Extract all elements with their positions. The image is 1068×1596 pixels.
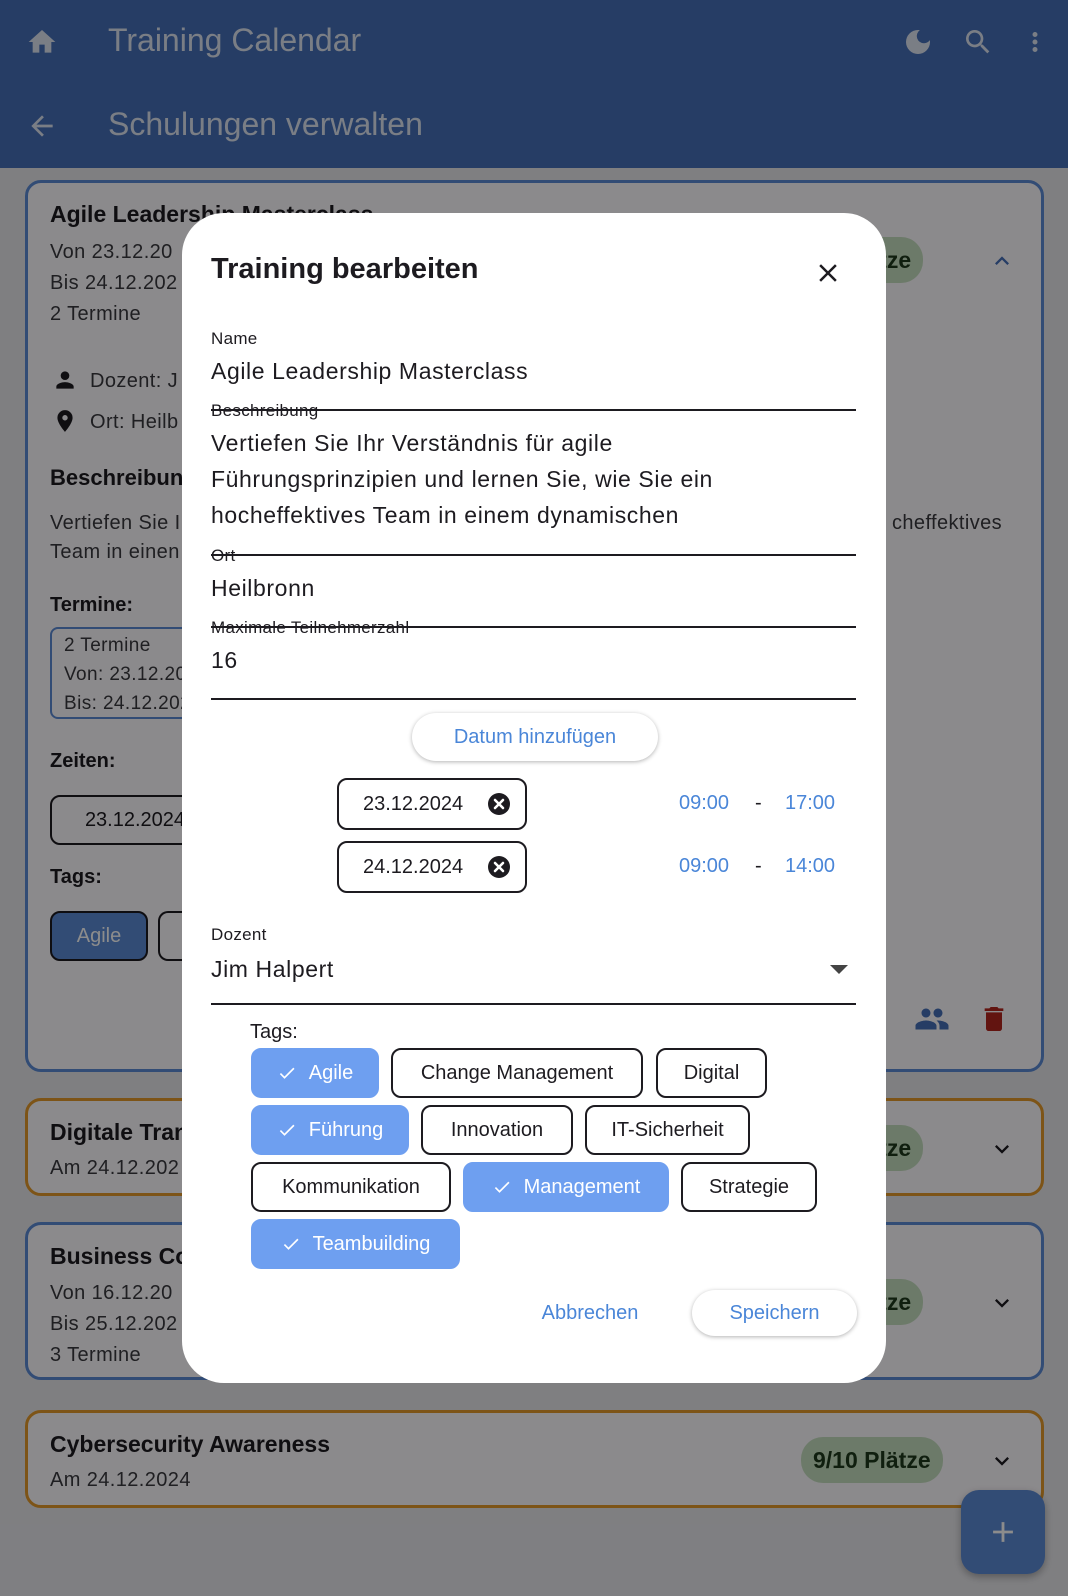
tag-label: Strategie bbox=[708, 1175, 790, 1198]
location-label: Ort bbox=[211, 546, 236, 565]
tag-label: Kommunikation bbox=[282, 1175, 420, 1198]
time-separator: - bbox=[755, 855, 762, 877]
date-chip-label: 23.12.2024 bbox=[363, 792, 464, 815]
max-participants-value: 16 bbox=[211, 647, 238, 673]
tag-chip-kommunikation[interactable]: Kommunikation bbox=[251, 1162, 451, 1212]
check-icon bbox=[279, 1124, 295, 1136]
tag-label: Agile bbox=[308, 1061, 354, 1084]
end-time[interactable]: 14:00 bbox=[785, 855, 835, 878]
tag-chip-teambuilding[interactable]: Teambuilding bbox=[251, 1219, 460, 1269]
tag-label: Innovation bbox=[450, 1118, 544, 1141]
check-icon bbox=[279, 1067, 295, 1079]
location-value: Heilbronn bbox=[211, 575, 315, 601]
date-chip[interactable]: 23.12.2024 bbox=[337, 778, 527, 830]
name-value: Agile Leadership Masterclass bbox=[211, 358, 529, 384]
date-chip[interactable]: 24.12.2024 bbox=[337, 841, 527, 893]
cancel-button[interactable]: Abbrechen bbox=[528, 1290, 652, 1336]
description-label: Beschreibung bbox=[211, 401, 319, 420]
tag-label: Führung bbox=[308, 1118, 384, 1141]
name-label: Name bbox=[211, 329, 258, 348]
dialog-title: Training bearbeiten bbox=[211, 253, 479, 285]
tag-label: Teambuilding bbox=[312, 1232, 431, 1255]
max-participants-label: Maximale Teilnehmerzahl bbox=[211, 618, 410, 637]
check-icon bbox=[494, 1181, 510, 1193]
name-field[interactable]: Name Agile Leadership Masterclass bbox=[211, 329, 856, 411]
tag-label: IT-Sicherheit bbox=[611, 1118, 724, 1141]
tag-chip-agile[interactable]: Agile bbox=[251, 1048, 379, 1098]
tags-label: Tags: bbox=[250, 1021, 298, 1043]
max-participants-field[interactable]: Maximale Teilnehmerzahl 16 bbox=[211, 618, 856, 700]
remove-date-icon[interactable] bbox=[487, 855, 511, 879]
tag-chip-innovation[interactable]: Innovation bbox=[421, 1105, 573, 1155]
end-time[interactable]: 17:00 bbox=[785, 792, 835, 815]
lecturer-label: Dozent bbox=[211, 925, 267, 944]
location-field[interactable]: Ort Heilbronn bbox=[211, 546, 856, 628]
tag-chip-change-management[interactable]: Change Management bbox=[391, 1048, 643, 1098]
tag-chip-management[interactable]: Management bbox=[463, 1162, 669, 1212]
tag-label: Management bbox=[523, 1175, 641, 1198]
description-line-1: Vertiefen Sie Ihr Verständnis für agile bbox=[211, 430, 613, 456]
start-time[interactable]: 09:00 bbox=[679, 855, 729, 878]
tag-chip-fuehrung[interactable]: Führung bbox=[251, 1105, 409, 1155]
tag-chip-it-sicherheit[interactable]: IT-Sicherheit bbox=[585, 1105, 750, 1155]
lecturer-value: Jim Halpert bbox=[211, 956, 334, 982]
remove-date-icon[interactable] bbox=[487, 792, 511, 816]
date-chip-label: 24.12.2024 bbox=[363, 855, 464, 878]
time-separator: - bbox=[755, 792, 762, 814]
tag-chip-strategie[interactable]: Strategie bbox=[681, 1162, 817, 1212]
add-date-button[interactable]: Datum hinzufügen bbox=[412, 713, 658, 761]
check-icon bbox=[283, 1238, 299, 1250]
edit-training-dialog: Training bearbeiten Name Agile Leadershi… bbox=[182, 213, 886, 1383]
tag-label: Change Management bbox=[420, 1061, 614, 1084]
start-time[interactable]: 09:00 bbox=[679, 792, 729, 815]
close-icon[interactable] bbox=[810, 255, 846, 291]
save-button[interactable]: Speichern bbox=[692, 1290, 857, 1336]
tag-chip-digital[interactable]: Digital bbox=[656, 1048, 767, 1098]
description-line-2: Führungsprinzipien und lernen Sie, wie S… bbox=[211, 466, 713, 492]
description-line-3: hocheffektives Team in einem dynamischen bbox=[211, 502, 680, 528]
lecturer-select[interactable]: Dozent Jim Halpert bbox=[211, 925, 856, 1005]
description-field[interactable]: Beschreibung Vertiefen Sie Ihr Verständn… bbox=[211, 401, 856, 556]
tag-label: Digital bbox=[683, 1061, 740, 1084]
dropdown-arrow-icon bbox=[830, 965, 848, 974]
